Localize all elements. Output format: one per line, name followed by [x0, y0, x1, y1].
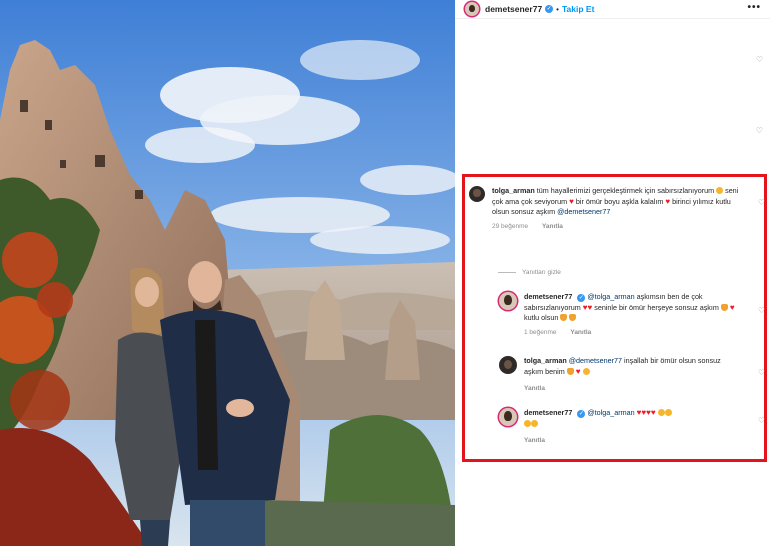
mention-link[interactable]: @demetsener77	[569, 356, 622, 365]
avatar[interactable]	[465, 2, 479, 16]
separator: •	[556, 4, 559, 14]
heart-emoji-icon: ♥	[729, 302, 735, 312]
comment: demetsener77 ✓ @tolga_arman aşkımsın ben…	[499, 292, 759, 338]
view-replies[interactable]: Yanıtları gizle	[498, 269, 561, 276]
heart-emoji-icon: ♥	[575, 366, 581, 376]
reply-button[interactable]: Yanıtla	[542, 223, 563, 230]
avatar[interactable]	[499, 292, 517, 310]
emoji-icon	[716, 187, 724, 194]
more-icon[interactable]: •••	[747, 2, 761, 13]
comment-username[interactable]: demetsener77	[524, 408, 572, 417]
comment-username[interactable]: tolga_arman	[524, 356, 567, 365]
photo-illustration	[0, 0, 455, 546]
heart-icon[interactable]: ♡	[756, 55, 763, 64]
mention-link[interactable]: @tolga_arman	[587, 292, 634, 301]
emoji-icon	[566, 367, 574, 375]
mention-link[interactable]: @tolga_arman	[587, 408, 634, 417]
follow-button[interactable]: Takip Et	[562, 4, 594, 14]
comment-meta: Yanıtla	[524, 384, 739, 395]
comment-text: tolga_arman @demetsener77 inşallah bir ö…	[524, 356, 721, 376]
comment-text: tolga_arman tüm hayallerimizi gerçekleşt…	[492, 186, 739, 216]
post-header: demetsener77 ✓ • Takip Et •••	[465, 0, 765, 18]
emoji-icon	[569, 314, 577, 321]
emoji-icon	[524, 419, 531, 427]
reply-button[interactable]: Yanıtla	[570, 329, 591, 336]
comment-text: demetsener77 ✓ @tolga_arman ♥♥♥♥	[524, 408, 739, 429]
comment-username[interactable]: demetsener77	[524, 292, 572, 301]
comment-username[interactable]: tolga_arman	[492, 186, 535, 195]
comment-text: demetsener77 ✓ @tolga_arman aşkımsın ben…	[524, 292, 735, 322]
comment: tolga_arman tüm hayallerimizi gerçekleşt…	[469, 186, 759, 232]
heart-icon[interactable]: ♡	[756, 126, 763, 135]
heart-emoji-icon: ♥	[665, 196, 671, 206]
heart-icon[interactable]: ♡	[758, 306, 765, 315]
avatar[interactable]	[499, 356, 517, 374]
verified-icon: ✓	[545, 5, 554, 13]
reply-button[interactable]: Yanıtla	[524, 385, 545, 392]
heart-icon[interactable]: ♡	[758, 368, 765, 377]
comment-meta: 1 beğenme Yanıtla	[524, 328, 739, 339]
comment: tolga_arman @demetsener77 inşallah bir ö…	[499, 356, 759, 395]
heart-emoji-icon: ♥	[569, 196, 574, 206]
likes-count[interactable]: 29 beğenme	[492, 223, 528, 230]
header-divider	[455, 18, 770, 19]
likes-count[interactable]: 1 beğenme	[524, 329, 557, 336]
emoji-icon	[720, 303, 728, 311]
post-username[interactable]: demetsener77	[485, 4, 542, 14]
avatar[interactable]	[469, 186, 485, 202]
verified-icon: ✓	[577, 294, 586, 302]
comment-meta: 29 beğenme Yanıtla	[492, 222, 747, 233]
avatar[interactable]	[499, 408, 517, 426]
emoji-icon	[657, 409, 665, 416]
reply-button[interactable]: Yanıtla	[524, 437, 545, 444]
post-photo	[0, 0, 455, 546]
verified-icon: ✓	[577, 410, 586, 418]
heart-icon[interactable]: ♡	[758, 416, 765, 425]
comment-meta: Yanıtla	[524, 436, 739, 447]
emoji-icon	[560, 314, 568, 321]
comment: demetsener77 ✓ @tolga_arman ♥♥♥♥ Yanıtla	[499, 408, 759, 447]
replies-line	[498, 272, 516, 273]
heart-icon[interactable]: ♡	[758, 198, 765, 207]
emoji-icon	[582, 367, 590, 375]
mention-link[interactable]: @demetsener77	[557, 207, 610, 216]
